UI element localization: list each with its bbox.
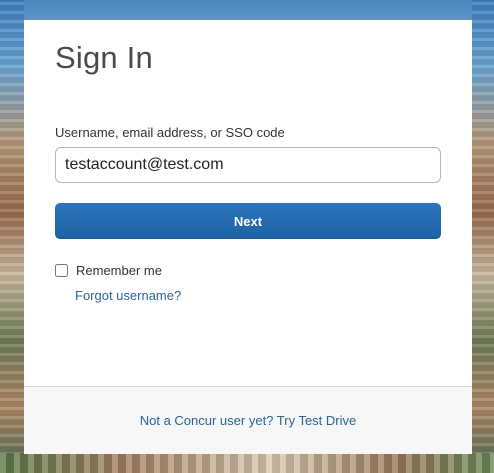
background-scenery-left: [0, 0, 24, 473]
background-scenery-right: [472, 0, 494, 473]
signin-form: Sign In Username, email address, or SSO …: [24, 20, 472, 386]
username-input[interactable]: [55, 147, 441, 183]
remember-me-checkbox[interactable]: [55, 264, 68, 277]
background-scenery-bottom: [0, 453, 494, 473]
next-button[interactable]: Next: [55, 203, 441, 239]
username-label: Username, email address, or SSO code: [55, 125, 285, 140]
remember-me-label[interactable]: Remember me: [76, 263, 162, 278]
test-drive-link[interactable]: Not a Concur user yet? Try Test Drive: [140, 413, 357, 428]
forgot-username-link[interactable]: Forgot username?: [75, 288, 181, 303]
remember-me-row: Remember me: [55, 263, 162, 278]
page-title: Sign In: [55, 40, 153, 75]
signin-card: Sign In Username, email address, or SSO …: [24, 20, 472, 454]
card-footer: Not a Concur user yet? Try Test Drive: [24, 386, 472, 454]
